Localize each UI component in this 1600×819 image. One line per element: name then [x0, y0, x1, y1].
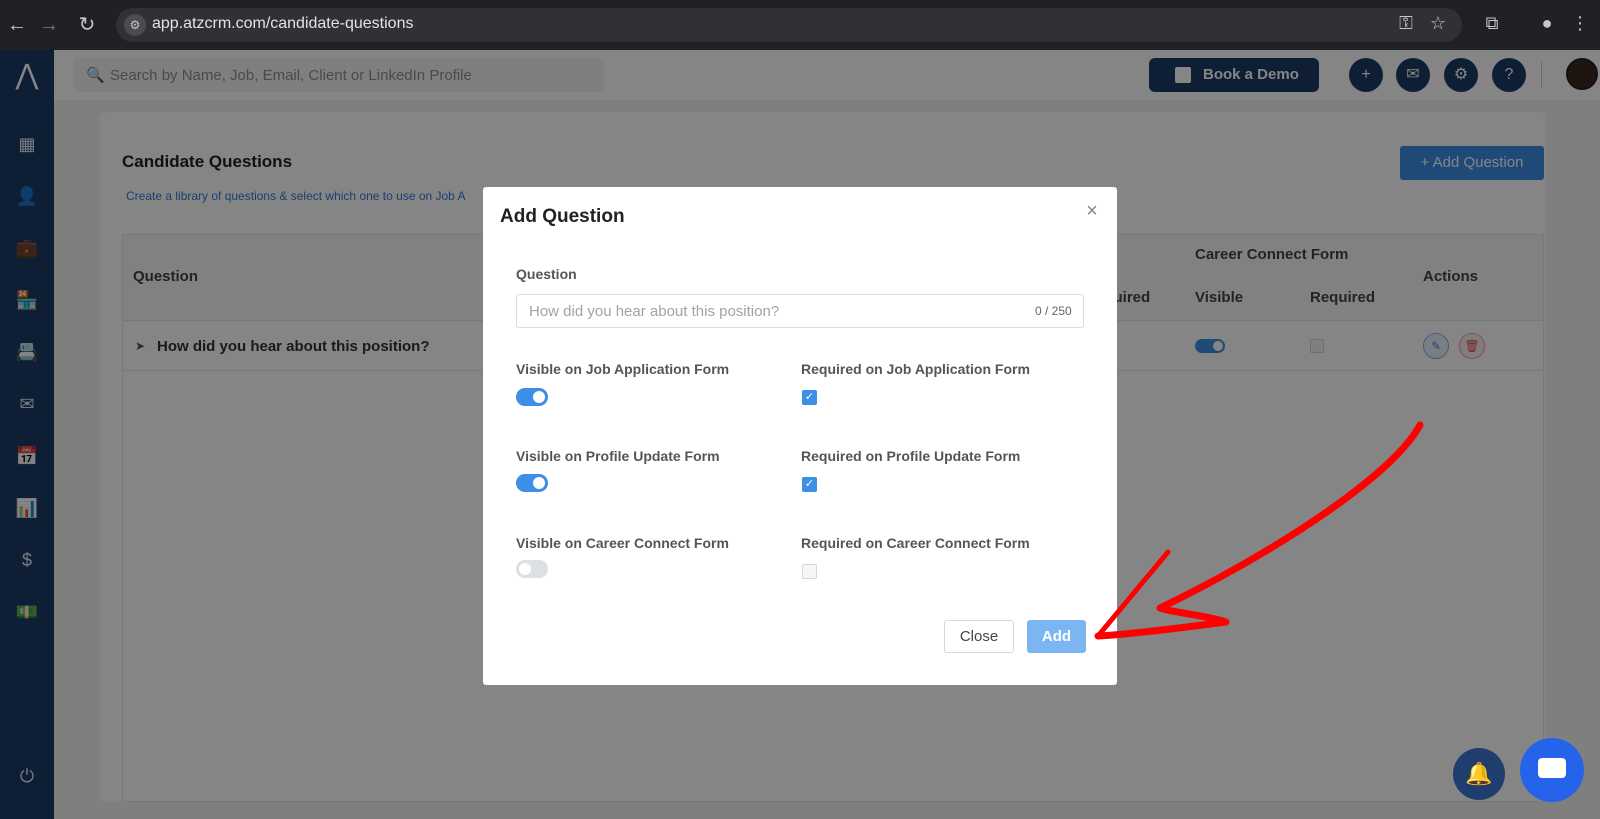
- bell-icon[interactable]: 🔔: [1453, 748, 1505, 800]
- chat-bubble: [1538, 758, 1566, 778]
- chat-icon[interactable]: [1520, 738, 1584, 802]
- annotation-arrow: [1094, 421, 1424, 640]
